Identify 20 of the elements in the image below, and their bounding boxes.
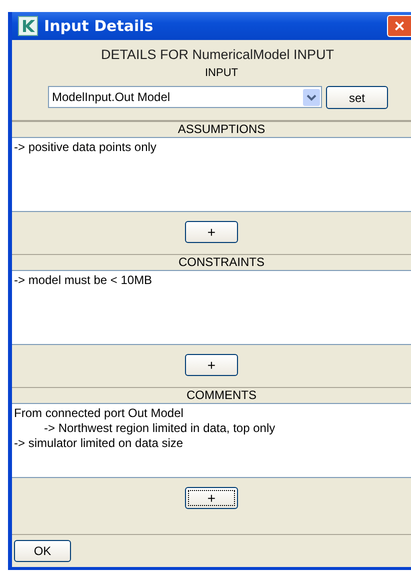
app-icon (18, 16, 38, 36)
dialog-heading: DETAILS FOR NumericalModel INPUT (100, 47, 334, 62)
close-button[interactable]: × (387, 15, 411, 37)
text-line: -> simulator limited on data size (14, 436, 184, 451)
ok-button[interactable]: OK (14, 540, 71, 562)
input-dropdown[interactable]: ModelInput.Out Model (48, 86, 322, 108)
window-title: Input Details (44, 17, 154, 35)
dropdown-caret-icon[interactable] (303, 88, 320, 106)
text-line: -> model must be < 10MB (14, 273, 154, 288)
add-button[interactable]: + (185, 487, 238, 509)
text-area[interactable]: From connected port Out Model -> Northwest region limited in data, top only -> simulator limited on data size (12, 403, 411, 478)
text-area[interactable]: -> positive data points only (12, 137, 411, 212)
text-line: -> Northwest region limited in data, top only (43, 421, 276, 436)
set-button[interactable]: set (326, 86, 388, 109)
add-button[interactable]: + (185, 221, 238, 243)
text-line: From connected port Out Model (14, 406, 184, 421)
add-button[interactable]: + (185, 354, 238, 376)
text-line: -> positive data points only (14, 140, 158, 155)
input-label: INPUT (205, 67, 238, 79)
text-area[interactable]: -> model must be < 10MB (12, 270, 411, 345)
